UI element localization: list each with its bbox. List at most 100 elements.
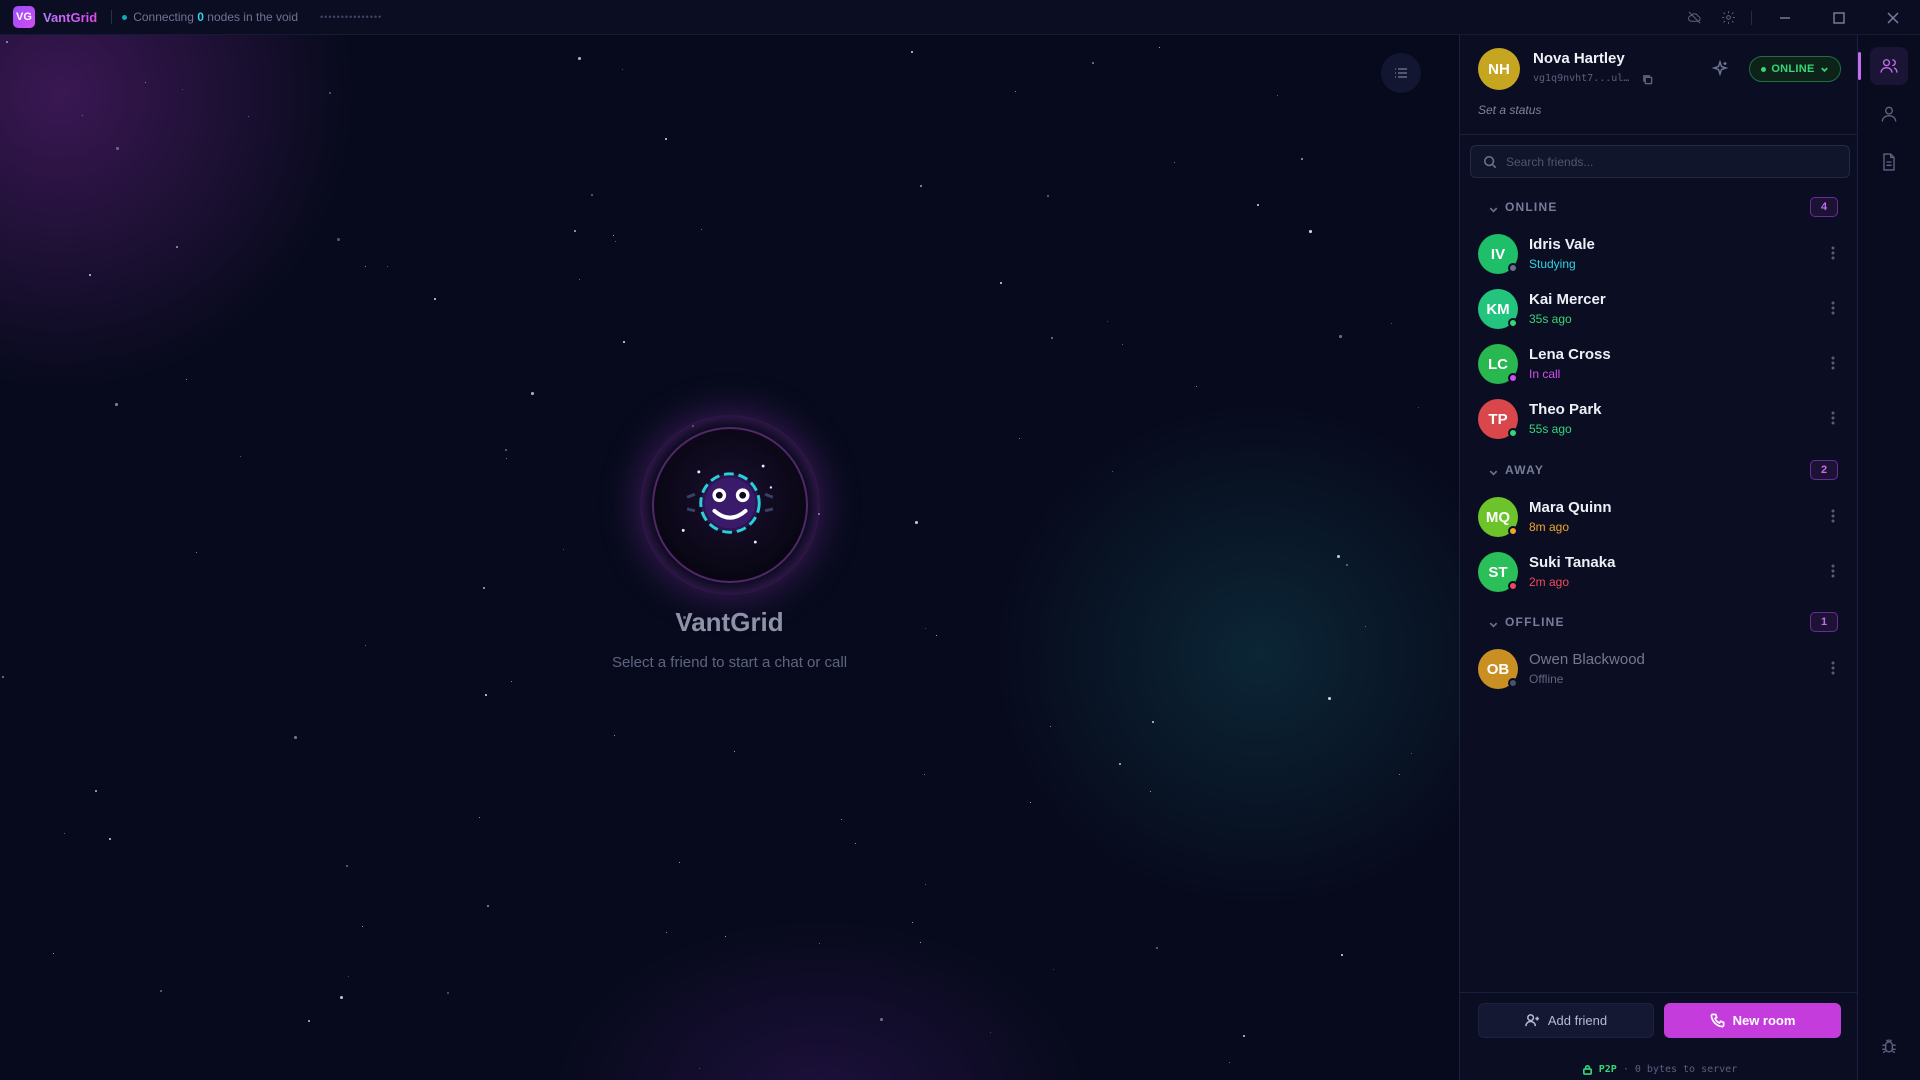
group-header-away[interactable]: AWAY 2	[1460, 460, 1859, 482]
star	[819, 943, 820, 944]
star	[1122, 344, 1123, 345]
more-options-icon[interactable]	[1824, 297, 1842, 319]
star	[1015, 91, 1016, 92]
star	[615, 241, 616, 242]
friend-row[interactable]: IV Idris Vale Studying	[1460, 228, 1859, 278]
star	[1411, 753, 1412, 754]
rail-profile-button[interactable]	[1870, 95, 1908, 133]
friend-search	[1470, 145, 1850, 178]
cloud-off-icon[interactable]	[1677, 0, 1711, 35]
star	[622, 69, 623, 70]
star	[666, 932, 667, 933]
bug-icon	[1882, 1039, 1896, 1054]
star	[511, 681, 512, 682]
panel-footer: Add friend New room P2P · 0 bytes to ser…	[1460, 992, 1859, 1080]
mascot-image	[651, 427, 808, 583]
star	[447, 992, 449, 994]
profile-header: NH Nova Hartley vg1q9nvht7...ul… Set a s…	[1460, 35, 1859, 135]
group-header-online[interactable]: ONLINE 4	[1460, 197, 1859, 219]
add-user-icon	[1525, 1014, 1539, 1027]
avatar: MQ	[1478, 497, 1518, 537]
star	[109, 838, 111, 840]
more-options-icon[interactable]	[1824, 242, 1842, 264]
star	[308, 1020, 310, 1022]
group-title: AWAY	[1505, 463, 1545, 477]
presence-indicator	[1508, 373, 1518, 383]
star	[925, 884, 926, 885]
group-count: 2	[1810, 460, 1838, 480]
star	[479, 817, 480, 818]
star	[1047, 195, 1049, 197]
star	[487, 905, 489, 907]
star	[725, 936, 726, 937]
star	[924, 774, 925, 775]
friend-row[interactable]: OB Owen Blackwood Offline	[1460, 643, 1859, 693]
more-options-icon[interactable]	[1824, 657, 1842, 679]
friend-row[interactable]: ST Suki Tanaka 2m ago	[1460, 546, 1859, 596]
settings-icon[interactable]	[1711, 0, 1745, 35]
friend-row[interactable]: MQ Mara Quinn 8m ago	[1460, 491, 1859, 541]
new-room-label: New room	[1732, 1013, 1796, 1028]
avatar: LC	[1478, 344, 1518, 384]
avatar-initials: KM	[1486, 300, 1510, 318]
copy-icon[interactable]	[1642, 72, 1653, 85]
set-status-link[interactable]: Set a status	[1478, 103, 1541, 117]
menu-button[interactable]	[1381, 53, 1421, 93]
group-count: 4	[1810, 197, 1838, 217]
avatar-initials: OB	[1486, 660, 1510, 678]
presence-dropdown[interactable]: ONLINE	[1749, 56, 1841, 82]
search-input[interactable]	[1506, 154, 1826, 169]
more-options-icon[interactable]	[1824, 505, 1842, 527]
presence-indicator	[1508, 318, 1518, 328]
friend-status: 55s ago	[1529, 422, 1572, 436]
maximize-button[interactable]	[1812, 0, 1866, 35]
star	[348, 976, 349, 977]
star	[329, 92, 331, 94]
star	[89, 274, 91, 276]
friend-name: Lena Cross	[1529, 346, 1611, 363]
more-options-icon[interactable]	[1824, 352, 1842, 374]
star	[990, 1032, 991, 1033]
minimize-button[interactable]	[1758, 0, 1812, 35]
friend-row[interactable]: LC Lena Cross In call	[1460, 338, 1859, 388]
star	[1051, 337, 1053, 339]
avatar[interactable]: NH	[1478, 48, 1520, 90]
more-options-icon[interactable]	[1824, 560, 1842, 582]
star	[531, 392, 534, 395]
star	[1196, 386, 1197, 387]
more-options-icon[interactable]	[1824, 407, 1842, 429]
sparkle-icon[interactable]	[1711, 59, 1729, 78]
star	[176, 246, 178, 248]
star	[365, 266, 366, 267]
chevron-down-icon	[1488, 202, 1499, 213]
star	[579, 279, 580, 280]
group-title: OFFLINE	[1505, 615, 1565, 629]
star	[116, 147, 119, 150]
hero-subtitle: Select a friend to start a chat or call	[611, 654, 848, 671]
rail-friends-button[interactable]	[1870, 47, 1908, 85]
p2p-text: 0 bytes to server	[1634, 1063, 1738, 1075]
users-icon	[1880, 59, 1898, 73]
star	[182, 89, 183, 90]
rail-debug-button[interactable]	[1870, 1027, 1908, 1065]
profile-id: vg1q9nvht7...ul…	[1533, 73, 1630, 84]
friend-name: Mara Quinn	[1529, 499, 1612, 516]
group-header-offline[interactable]: OFFLINE 1	[1460, 612, 1859, 634]
star	[699, 1068, 700, 1069]
star	[82, 115, 83, 116]
connection-suffix: nodes in the void	[207, 10, 299, 24]
star	[1092, 62, 1094, 64]
rail-notes-button[interactable]	[1870, 143, 1908, 181]
new-room-button[interactable]: New room	[1664, 1003, 1841, 1038]
connection-status: Connecting 0 nodes in the void	[133, 10, 298, 24]
friend-name: Kai Mercer	[1529, 291, 1606, 308]
star	[145, 82, 146, 83]
close-button[interactable]	[1866, 0, 1920, 35]
star	[1159, 47, 1160, 48]
document-icon	[1883, 153, 1895, 171]
friend-row[interactable]: KM Kai Mercer 35s ago	[1460, 283, 1859, 333]
app-logo: VG	[13, 6, 35, 28]
friend-name: Owen Blackwood	[1529, 651, 1645, 668]
friend-row[interactable]: TP Theo Park 55s ago	[1460, 393, 1859, 443]
add-friend-button[interactable]: Add friend	[1478, 1003, 1654, 1038]
